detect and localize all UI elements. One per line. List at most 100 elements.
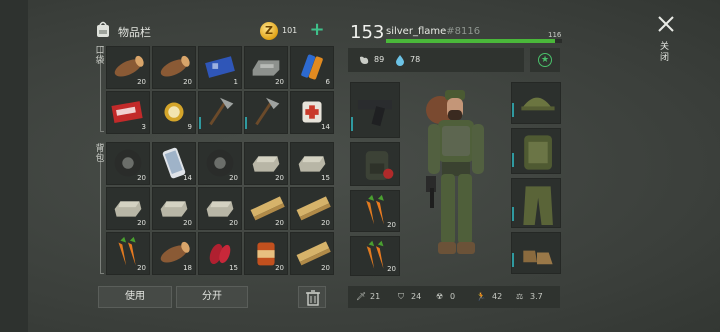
inventory-slot[interactable]: 20 bbox=[106, 142, 150, 185]
close-label[interactable]: 关闭 bbox=[660, 42, 672, 64]
equipment-slot[interactable] bbox=[350, 142, 400, 186]
close-icon[interactable] bbox=[656, 14, 676, 34]
thirst-value: 78 bbox=[410, 55, 421, 64]
slot-accent bbox=[199, 117, 201, 129]
player-tag: #8116 bbox=[446, 26, 481, 37]
item-count: 20 bbox=[137, 264, 146, 272]
speed-value: 42 bbox=[492, 292, 503, 301]
use-button[interactable]: 使用 bbox=[98, 286, 172, 308]
item-count: 1 bbox=[233, 78, 238, 86]
inventory-slot[interactable]: 20 bbox=[290, 187, 334, 230]
inventory-slot[interactable]: 20 bbox=[198, 142, 242, 185]
equipment-slot[interactable] bbox=[350, 82, 400, 138]
star-badge-icon: ★ bbox=[538, 53, 552, 67]
player-level: 153 bbox=[350, 22, 385, 43]
inventory-slot[interactable]: 1 bbox=[198, 46, 242, 89]
inventory-slot[interactable]: 9 bbox=[152, 91, 196, 134]
item-count: 20 bbox=[387, 265, 396, 273]
equipment-slot[interactable] bbox=[511, 128, 561, 174]
slot-accent bbox=[512, 253, 514, 267]
item-count: 20 bbox=[137, 174, 146, 182]
body-armor-icon bbox=[524, 135, 552, 170]
inventory-slot[interactable] bbox=[198, 91, 242, 134]
attack-icon: 🗡 bbox=[356, 292, 367, 301]
inventory-slot[interactable]: 15 bbox=[198, 232, 242, 275]
item-count: 20 bbox=[321, 219, 330, 227]
add-coins-button[interactable]: + bbox=[308, 20, 326, 40]
equipment-slot[interactable] bbox=[511, 232, 561, 274]
equipment-slot[interactable] bbox=[511, 82, 561, 124]
pocket-section-label: 口袋 bbox=[95, 46, 105, 66]
item-count: 14 bbox=[321, 123, 330, 131]
inventory-slot[interactable]: 20 bbox=[106, 187, 150, 230]
stomach-icon bbox=[360, 56, 369, 64]
inventory-slot[interactable]: 20 bbox=[106, 232, 150, 275]
inventory-title: 物品栏 bbox=[118, 26, 151, 39]
item-count: 18 bbox=[183, 264, 192, 272]
speed-icon: 🏃 bbox=[476, 292, 486, 301]
equipment-slot[interactable]: 20 bbox=[350, 236, 400, 276]
hatchet-icon bbox=[255, 97, 280, 126]
coin-count: 101 bbox=[282, 26, 298, 35]
trash-icon bbox=[306, 290, 320, 306]
water-drop-icon bbox=[396, 55, 404, 66]
inventory-slot[interactable]: 14 bbox=[290, 91, 334, 134]
inventory-slot[interactable]: 20 bbox=[198, 187, 242, 230]
pants-icon bbox=[523, 186, 553, 226]
inventory-slot[interactable]: 20 bbox=[244, 187, 288, 230]
item-count: 20 bbox=[387, 221, 396, 229]
xp-bar bbox=[386, 39, 562, 43]
cap-icon bbox=[521, 97, 555, 111]
item-count: 9 bbox=[187, 123, 192, 131]
inventory-slot[interactable]: 20 bbox=[244, 46, 288, 89]
coin-icon: Z bbox=[260, 22, 278, 40]
item-count: 20 bbox=[275, 78, 284, 86]
inventory-slot[interactable]: 20 bbox=[106, 46, 150, 89]
weight-value: 3.7 bbox=[530, 292, 543, 301]
pocket-grid: 20 20 1 20 6 3 9 14 bbox=[106, 46, 334, 134]
backpack-icon bbox=[97, 21, 109, 37]
inventory-slot[interactable]: 20 bbox=[244, 142, 288, 185]
slot-accent bbox=[245, 117, 247, 129]
defense-icon: ⛉ bbox=[398, 292, 404, 301]
split-button[interactable]: 分开 bbox=[176, 286, 248, 308]
inventory-slot[interactable]: 20 bbox=[152, 187, 196, 230]
screen-edge bbox=[0, 0, 28, 332]
bag-section-label: 背包 bbox=[95, 144, 105, 164]
item-count: 20 bbox=[137, 219, 146, 227]
player-username: silver_flame bbox=[386, 26, 447, 37]
item-count: 15 bbox=[321, 174, 330, 182]
combat-stats: 🗡 21 ⛉ 24 ☢ 0 🏃 42 ⚖ 3.7 bbox=[348, 286, 560, 308]
inventory-slot[interactable]: 3 bbox=[106, 91, 150, 134]
trash-button[interactable] bbox=[298, 286, 326, 308]
status-badge-box[interactable]: ★ bbox=[530, 48, 560, 72]
boots-icon bbox=[523, 250, 553, 265]
radiation-icon: ☢ bbox=[436, 292, 444, 301]
inventory-slot[interactable]: 6 bbox=[290, 46, 334, 89]
item-count: 20 bbox=[137, 78, 146, 86]
player-name: silver_flame#8116 bbox=[386, 26, 480, 37]
item-count: 20 bbox=[275, 174, 284, 182]
item-count: 15 bbox=[229, 264, 238, 272]
item-count: 3 bbox=[141, 123, 146, 131]
equipment-slot[interactable] bbox=[511, 178, 561, 228]
equipment-slot[interactable]: 20 bbox=[350, 190, 400, 232]
hunger-value: 89 bbox=[374, 55, 385, 64]
item-count: 20 bbox=[275, 264, 284, 272]
item-count: 20 bbox=[321, 264, 330, 272]
inventory-slot[interactable]: 20 bbox=[244, 232, 288, 275]
bag-grid: 20 14 20 20 15 20 20 20 20 20 20 18 15 20 20 bbox=[106, 142, 334, 275]
radiation-value: 0 bbox=[450, 292, 456, 301]
item-count: 20 bbox=[183, 219, 192, 227]
hatchet-icon bbox=[209, 97, 234, 126]
inventory-slot[interactable]: 18 bbox=[152, 232, 196, 275]
item-count: 20 bbox=[229, 219, 238, 227]
slot-accent bbox=[351, 117, 353, 131]
inventory-slot[interactable]: 14 bbox=[152, 142, 196, 185]
inventory-slot[interactable] bbox=[244, 91, 288, 134]
slot-accent bbox=[512, 103, 514, 117]
weight-icon: ⚖ bbox=[516, 292, 524, 301]
inventory-slot[interactable]: 20 bbox=[152, 46, 196, 89]
inventory-slot[interactable]: 20 bbox=[290, 232, 334, 275]
inventory-slot[interactable]: 15 bbox=[290, 142, 334, 185]
